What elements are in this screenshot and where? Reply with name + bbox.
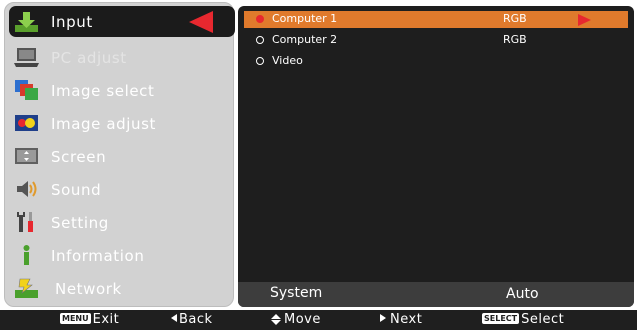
input-download-icon xyxy=(15,12,38,32)
menu-item-label: Network xyxy=(55,279,122,298)
menu-item-pc-adjust[interactable]: PC adjust xyxy=(5,41,234,74)
input-panel: Computer 1 RGB Computer 2 RGB Video Syst… xyxy=(238,6,634,307)
guide-bar: MENU Exit Back Move Next SELECT Select xyxy=(0,310,637,330)
radio-selected-icon xyxy=(256,15,264,23)
up-down-arrow-icon xyxy=(271,314,281,325)
menu-item-label: Input xyxy=(51,12,93,31)
input-option-computer-2[interactable]: Computer 2 RGB xyxy=(244,32,628,49)
menu-item-image-select[interactable]: Image select xyxy=(5,74,234,107)
next-hint[interactable]: Next xyxy=(380,312,422,327)
menu-item-screen[interactable]: Screen xyxy=(5,140,234,173)
menu-item-image-adjust[interactable]: Image adjust xyxy=(5,107,234,140)
input-name: Computer 2 xyxy=(272,33,338,46)
input-signal: RGB xyxy=(503,33,527,46)
menu-item-label: Sound xyxy=(51,180,102,199)
network-icon xyxy=(15,278,38,298)
menu-item-information[interactable]: Information xyxy=(5,239,234,272)
menu-item-label: Screen xyxy=(51,147,107,166)
select-hint[interactable]: SELECT Select xyxy=(482,312,564,327)
image-select-icon xyxy=(15,80,38,100)
radio-icon xyxy=(256,57,264,65)
menu-item-label: Information xyxy=(51,246,145,265)
tools-icon xyxy=(17,212,33,232)
exit-label: Exit xyxy=(92,312,120,327)
input-option-video[interactable]: Video xyxy=(244,53,628,70)
menu-item-network[interactable]: Network xyxy=(5,272,234,305)
system-row[interactable]: System Auto xyxy=(238,282,634,307)
system-value: Auto xyxy=(506,286,539,302)
back-hint[interactable]: Back xyxy=(171,312,213,327)
input-name: Computer 1 xyxy=(272,12,338,25)
system-label: System xyxy=(270,285,323,301)
back-label: Back xyxy=(179,312,213,327)
selection-arrow-icon xyxy=(189,11,213,33)
laptop-icon xyxy=(14,48,39,67)
input-name: Video xyxy=(272,54,303,67)
menu-item-label: Image select xyxy=(51,81,155,100)
input-signal: RGB xyxy=(503,12,527,25)
menu-item-label: Setting xyxy=(51,213,109,232)
submenu-arrow-icon xyxy=(578,14,591,26)
screen-icon xyxy=(15,148,38,164)
radio-icon xyxy=(256,36,264,44)
menu-item-label: Image adjust xyxy=(51,114,157,133)
menu-item-label: PC adjust xyxy=(51,48,127,67)
input-option-computer-1[interactable]: Computer 1 RGB xyxy=(244,11,628,28)
menu-item-sound[interactable]: Sound xyxy=(5,173,234,206)
menu-key-icon: MENU xyxy=(60,313,91,324)
left-arrow-icon xyxy=(171,314,177,322)
next-label: Next xyxy=(390,312,423,327)
select-label: Select xyxy=(521,312,565,327)
move-hint[interactable]: Move xyxy=(271,312,321,327)
info-icon xyxy=(23,245,30,265)
right-arrow-icon xyxy=(380,314,386,322)
image-adjust-icon xyxy=(15,115,38,131)
select-key-icon: SELECT xyxy=(482,313,520,324)
main-menu: Input PC adjust Image select Image adjus… xyxy=(4,2,235,307)
exit-hint[interactable]: MENU Exit xyxy=(60,312,119,327)
move-label: Move xyxy=(284,312,321,327)
speaker-icon xyxy=(17,181,37,197)
menu-item-setting[interactable]: Setting xyxy=(5,206,234,239)
